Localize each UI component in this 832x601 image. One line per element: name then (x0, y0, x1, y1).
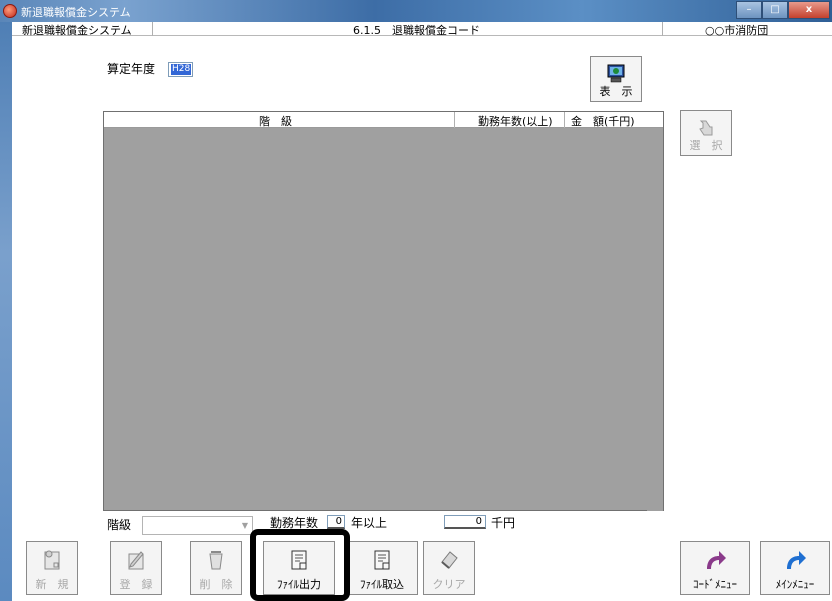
app-icon (3, 4, 17, 18)
grid-scroll-area (647, 128, 663, 511)
screen-name: 6.1.5 退職報償金コード (353, 24, 480, 37)
info-bar: 新退職報償金システム 6.1.5 退職報償金コード ○○市消防団 (12, 22, 832, 37)
eraser-icon (441, 551, 458, 569)
delete-button[interactable]: 削 除 (190, 541, 242, 595)
register-button-label: 登 録 (119, 578, 153, 591)
info-divider (662, 22, 663, 36)
calc-year-value: H28 (171, 64, 192, 75)
calc-year-input[interactable]: H28 (168, 62, 193, 77)
years-input[interactable]: 0 (327, 515, 345, 529)
display-icon (607, 64, 625, 83)
code-menu-button-label: ｺｰﾄﾞﾒﾆｭｰ (693, 578, 737, 591)
system-name: 新退職報償金システム (22, 24, 132, 37)
column-divider (454, 112, 455, 128)
trash-icon (209, 551, 223, 570)
display-button[interactable]: 表 示 (590, 56, 642, 102)
window-left-edge (0, 22, 12, 601)
column-header-rank: 階 級 (259, 115, 292, 128)
years-unit: 年以上 (351, 516, 388, 530)
main-menu-button-label: ﾒｲﾝﾒﾆｭｰ (775, 578, 815, 591)
window-titlebar: 新退職報償金システム – □ x (0, 0, 832, 22)
new-button-label: 新 規 (35, 578, 69, 591)
main-menu-button[interactable]: ﾒｲﾝﾒﾆｭｰ (760, 541, 830, 595)
return-arrow-icon (787, 551, 806, 569)
close-button[interactable]: x (788, 1, 830, 19)
new-document-icon (44, 550, 60, 570)
column-header-years: 勤務年数(以上) (478, 115, 553, 128)
display-button-label: 表 示 (599, 85, 633, 98)
hand-pointer-icon (699, 120, 713, 136)
register-button[interactable]: 登 録 (110, 541, 162, 595)
file-import-button-label: ﾌｧｲﾙ取込 (360, 578, 404, 591)
column-header-amount: 金 額(千円) (571, 115, 635, 128)
code-grid[interactable]: 階 級 勤務年数(以上) 金 額(千円) (103, 111, 664, 511)
amount-unit: 千円 (491, 516, 516, 530)
delete-button-label: 削 除 (199, 578, 233, 591)
maximize-button[interactable]: □ (762, 1, 788, 19)
minimize-button[interactable]: – (736, 1, 762, 19)
highlight-frame (250, 529, 350, 601)
info-divider (152, 22, 153, 36)
column-divider (564, 112, 565, 128)
grid-header: 階 級 勤務年数(以上) 金 額(千円) (104, 112, 663, 128)
return-arrow-icon (707, 551, 726, 569)
organization-name: ○○市消防団 (705, 24, 769, 37)
calc-year-label: 算定年度 (107, 62, 156, 76)
chevron-down-icon[interactable]: ▼ (242, 521, 248, 530)
file-import-icon (374, 550, 390, 570)
select-button-label: 選 択 (689, 139, 723, 152)
register-edit-icon (128, 551, 144, 570)
code-menu-button[interactable]: ｺｰﾄﾞﾒﾆｭｰ (680, 541, 750, 595)
amount-input[interactable]: 0 (444, 515, 486, 529)
new-button[interactable]: 新 規 (26, 541, 78, 595)
window-controls: – □ x (736, 1, 830, 19)
clear-button-label: クリア (432, 578, 466, 591)
rank-select[interactable]: ▼ (142, 516, 253, 535)
clear-button[interactable]: クリア (423, 541, 475, 595)
select-button[interactable]: 選 択 (680, 110, 732, 156)
file-import-button[interactable]: ﾌｧｲﾙ取込 (346, 541, 418, 595)
rank-label: 階級 (107, 518, 132, 532)
window-title: 新退職報償金システム (21, 6, 131, 19)
